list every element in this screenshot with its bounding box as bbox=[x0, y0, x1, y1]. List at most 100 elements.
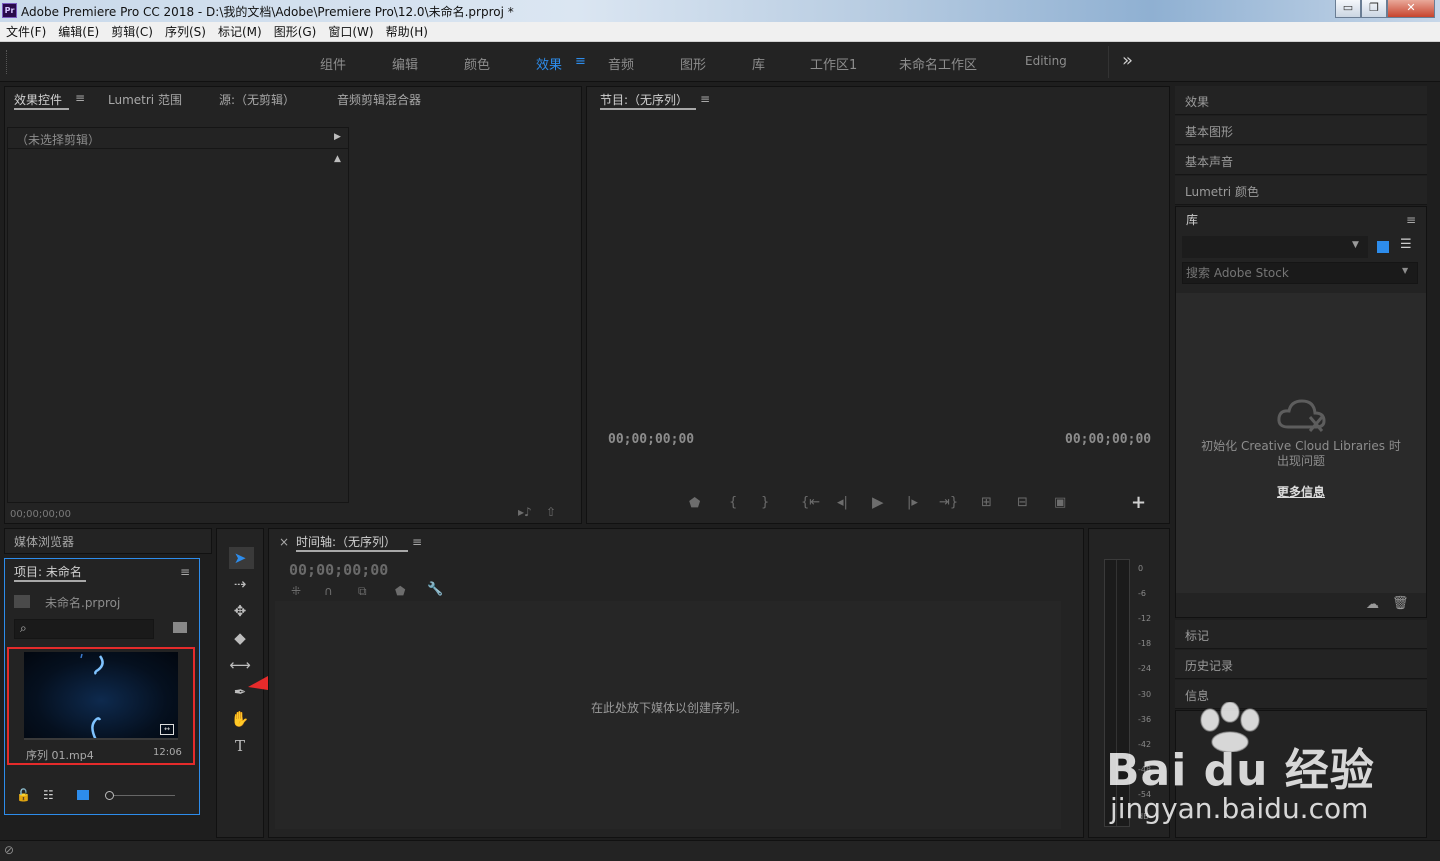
markers-panel-header[interactable]: 标记 bbox=[1175, 620, 1427, 649]
cloud-sync-icon[interactable]: ☁ bbox=[1366, 597, 1379, 612]
zoom-slider-track[interactable] bbox=[109, 795, 175, 796]
scroll-up-icon[interactable]: ▲ bbox=[334, 154, 341, 164]
mark-in-icon[interactable]: { bbox=[729, 495, 737, 510]
razor-tool-icon[interactable]: ◆ bbox=[228, 627, 252, 649]
effect-controls-panel: 效果控件 ≡ Lumetri 范围 源:（无剪辑） 音频剪辑混合器 （未选择剪辑… bbox=[4, 86, 582, 524]
play-icon[interactable]: ▶ bbox=[872, 493, 884, 511]
hand-tool-icon[interactable]: ✋ bbox=[228, 708, 252, 730]
program-menu-icon[interactable]: ≡ bbox=[700, 92, 710, 106]
project-menu-icon[interactable]: ≡ bbox=[180, 565, 190, 579]
button-editor-add-icon[interactable]: + bbox=[1131, 492, 1146, 513]
mark-out-icon[interactable]: } bbox=[761, 495, 769, 510]
audio-only-icon[interactable]: ▸♪ bbox=[518, 505, 532, 519]
menu-marker[interactable]: 标记(M) bbox=[212, 22, 268, 40]
wrench-icon[interactable]: 🔧 bbox=[427, 582, 443, 597]
step-forward-icon[interactable]: |▸ bbox=[907, 495, 918, 510]
workspace-tab-assembly[interactable]: 组件 bbox=[320, 54, 346, 73]
track-select-tool-icon[interactable]: ⇢ bbox=[228, 573, 252, 595]
meter-tick: -24 bbox=[1138, 664, 1152, 673]
info-panel-header[interactable]: 信息 bbox=[1175, 680, 1427, 709]
chevron-down-icon[interactable]: ▼ bbox=[1352, 240, 1359, 250]
effects-panel-header[interactable]: 效果 bbox=[1175, 86, 1427, 115]
minimize-button[interactable]: ▭ bbox=[1335, 0, 1361, 18]
adobe-stock-search-input[interactable] bbox=[1182, 262, 1418, 284]
maximize-button[interactable]: ❐ bbox=[1361, 0, 1387, 18]
snap-icon[interactable]: ∩ bbox=[324, 584, 333, 598]
lock-icon[interactable]: 🔓 bbox=[16, 788, 31, 802]
menu-window[interactable]: 窗口(W) bbox=[322, 22, 379, 40]
timeline-close-icon[interactable]: × bbox=[279, 535, 289, 549]
program-timecode-current[interactable]: 00;00;00;00 bbox=[608, 432, 694, 447]
workspace-tab-audio[interactable]: 音频 bbox=[608, 54, 634, 73]
zoom-slider-handle[interactable] bbox=[105, 791, 114, 800]
nest-icon[interactable]: ⁜ bbox=[291, 584, 301, 598]
type-tool-icon[interactable]: T bbox=[228, 735, 252, 757]
tab-media-browser[interactable]: 媒体浏览器 bbox=[14, 533, 74, 550]
trash-icon[interactable]: 🗑 bbox=[1392, 596, 1409, 611]
tab-lumetri-scopes[interactable]: Lumetri 范围 bbox=[108, 91, 182, 108]
program-title[interactable]: 节目:（无序列） bbox=[600, 91, 688, 108]
workspace-tab-workspace1[interactable]: 工作区1 bbox=[810, 54, 857, 73]
menu-clip[interactable]: 剪辑(C) bbox=[105, 22, 159, 40]
drag-grip[interactable] bbox=[6, 50, 8, 74]
expand-arrow-icon[interactable]: ▶ bbox=[334, 132, 341, 142]
libraries-menu-icon[interactable]: ≡ bbox=[1406, 213, 1416, 227]
clip-thumbnail[interactable]: ↔ bbox=[24, 652, 178, 740]
timeline-timecode[interactable]: 00;00;00;00 bbox=[289, 561, 388, 579]
workspace-tab-editing-en[interactable]: Editing bbox=[1025, 54, 1067, 68]
essential-graphics-panel-header[interactable]: 基本图形 bbox=[1175, 116, 1427, 145]
step-back-icon[interactable]: ◂| bbox=[837, 495, 848, 510]
program-timecode-duration: 00;00;00;00 bbox=[1065, 432, 1152, 447]
linked-selection-icon[interactable]: ⧉ bbox=[358, 584, 367, 599]
history-panel-header[interactable]: 历史记录 bbox=[1175, 650, 1427, 679]
menu-file[interactable]: 文件(F) bbox=[0, 22, 52, 40]
menu-edit[interactable]: 编辑(E) bbox=[52, 22, 105, 40]
info-panel-body bbox=[1175, 710, 1427, 838]
go-to-out-icon[interactable]: ⇥} bbox=[939, 495, 958, 510]
workspace-tab-libraries[interactable]: 库 bbox=[752, 54, 765, 73]
tab-source[interactable]: 源:（无剪辑） bbox=[219, 91, 295, 108]
essential-sound-panel-header[interactable]: 基本声音 bbox=[1175, 146, 1427, 175]
menu-graphics[interactable]: 图形(G) bbox=[268, 22, 323, 40]
libraries-content-area: 初始化 Creative Cloud Libraries 时出现问题 更多信息 bbox=[1176, 293, 1426, 593]
list-view-icon[interactable]: ☷ bbox=[43, 788, 54, 802]
menu-sequence[interactable]: 序列(S) bbox=[159, 22, 212, 40]
effect-controls-menu-icon[interactable]: ≡ bbox=[75, 91, 85, 105]
meter-channels bbox=[1104, 559, 1130, 827]
menu-help[interactable]: 帮助(H) bbox=[380, 22, 434, 40]
more-info-link[interactable]: 更多信息 bbox=[1176, 483, 1426, 500]
add-marker-icon[interactable]: ⬟ bbox=[689, 496, 700, 511]
close-button[interactable]: ✕ bbox=[1387, 0, 1435, 18]
export-icon[interactable]: ⇧ bbox=[546, 505, 556, 519]
more-workspaces-icon[interactable]: » bbox=[1122, 50, 1133, 71]
tab-effect-controls[interactable]: 效果控件 bbox=[14, 91, 62, 108]
library-select[interactable] bbox=[1182, 236, 1368, 258]
tab-audio-clip-mixer[interactable]: 音频剪辑混合器 bbox=[337, 91, 421, 108]
timeline-title[interactable]: 时间轴:（无序列） bbox=[296, 533, 396, 550]
search-dropdown-icon[interactable]: ▼ bbox=[1402, 266, 1408, 275]
find-bin-icon[interactable] bbox=[173, 622, 187, 633]
workspace-tab-graphics[interactable]: 图形 bbox=[680, 54, 706, 73]
export-frame-icon[interactable]: ▣ bbox=[1054, 495, 1066, 510]
project-file-name: 未命名.prproj bbox=[45, 596, 121, 610]
go-to-in-icon[interactable]: {⇤ bbox=[801, 495, 820, 510]
timeline-menu-icon[interactable]: ≡ bbox=[412, 535, 422, 549]
active-tab-underline bbox=[14, 580, 86, 582]
list-view-icon[interactable]: ☰ bbox=[1400, 237, 1412, 252]
selection-tool-icon[interactable]: ➤ bbox=[228, 547, 252, 569]
workspace-menu-icon[interactable]: ≡ bbox=[575, 54, 586, 69]
lift-icon[interactable]: ⊞ bbox=[981, 495, 992, 510]
project-search-input[interactable] bbox=[14, 619, 154, 639]
extract-icon[interactable]: ⊟ bbox=[1017, 495, 1028, 510]
workspace-tab-editing[interactable]: 编辑 bbox=[392, 54, 418, 73]
grid-view-icon[interactable] bbox=[1377, 241, 1389, 253]
project-title[interactable]: 项目: 未命名 bbox=[14, 563, 82, 580]
lumetri-color-panel-header[interactable]: Lumetri 颜色 bbox=[1175, 176, 1427, 205]
workspace-tab-color[interactable]: 颜色 bbox=[464, 54, 490, 73]
ripple-edit-tool-icon[interactable]: ✥ bbox=[228, 600, 252, 622]
workspace-tab-untitled[interactable]: 未命名工作区 bbox=[899, 54, 977, 73]
workspace-tab-effects[interactable]: 效果 bbox=[536, 54, 562, 73]
icon-view-icon[interactable] bbox=[77, 790, 89, 800]
add-marker-icon[interactable]: ⬟ bbox=[395, 584, 405, 598]
meter-tick: -12 bbox=[1138, 614, 1152, 623]
